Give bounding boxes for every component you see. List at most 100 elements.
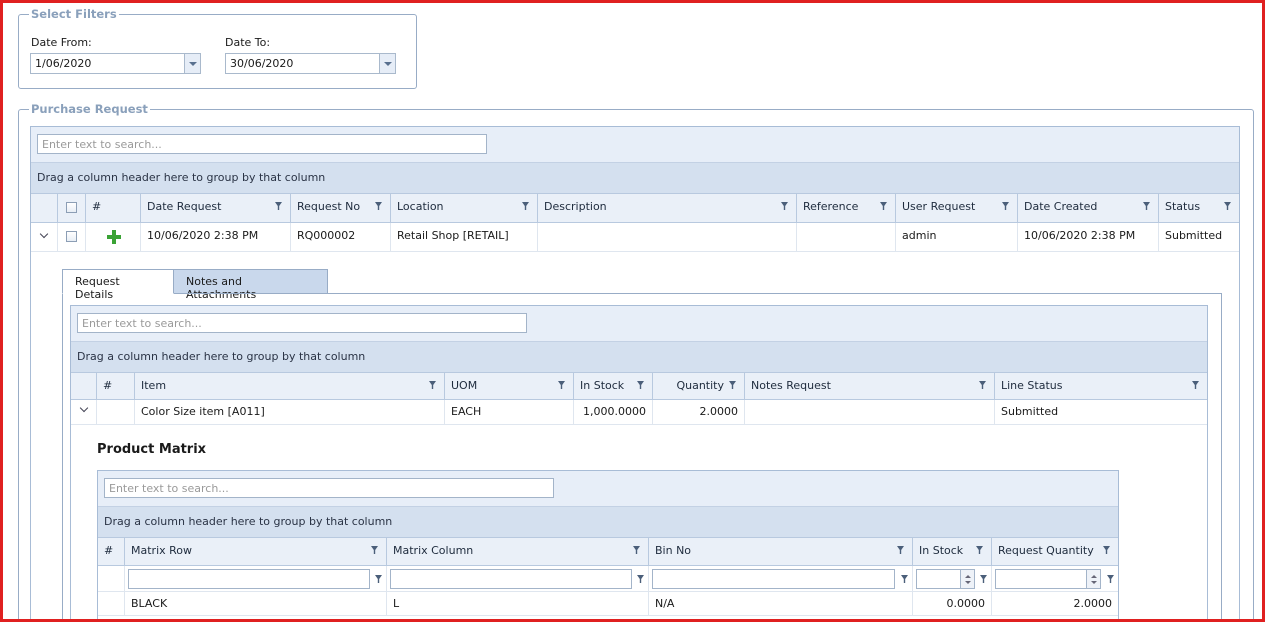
filter-icon[interactable] [729,381,736,389]
details-column-header-in-stock[interactable]: In Stock [574,373,653,399]
table-row[interactable]: BLACK L N/A 0.0000 2.0000 [98,592,1118,616]
column-header-date-created-label: Date Created [1024,200,1098,213]
filter-icon[interactable] [880,202,887,210]
matrix-filter-in-stock-cell [913,566,992,591]
group-by-hint: Drag a column header here to group by th… [37,171,326,184]
filter-icon[interactable] [976,546,983,554]
column-header-description-label: Description [544,200,607,213]
filter-icon[interactable] [901,575,908,583]
expand-column-header [31,194,58,222]
purchase-request-legend: Purchase Request [31,102,148,116]
matrix-filter-hash-cell [98,566,125,591]
chevron-down-icon[interactable] [39,229,49,239]
in-stock-filter-spinner[interactable] [916,569,975,589]
grid-search-input[interactable]: Enter text to search... [37,134,487,154]
column-header-hash[interactable]: # [86,194,141,222]
add-icon[interactable] [107,230,121,244]
column-header-reference-label: Reference [803,200,859,213]
details-cell-line-status: Submitted [1001,405,1059,418]
filter-icon[interactable] [371,546,378,554]
table-row[interactable]: Color Size item [A011] EACH 1,000.0000 2… [71,400,1207,425]
details-column-header-notes-request[interactable]: Notes Request [745,373,995,399]
date-from-dropdown-icon[interactable] [184,54,200,73]
matrix-row-filter-input[interactable] [128,569,370,589]
select-all-checkbox[interactable] [66,202,77,213]
column-header-date-request[interactable]: Date Request [141,194,291,222]
filter-icon[interactable] [633,546,640,554]
cell-reference [797,223,896,251]
matrix-filter-matrix-row-cell [125,566,387,591]
filter-icon[interactable] [429,381,436,389]
filter-icon[interactable] [558,381,565,389]
details-cell-uom: EACH [445,400,574,424]
chevron-down-icon[interactable] [79,403,89,413]
details-column-header-item[interactable]: Item [135,373,445,399]
column-header-date-created[interactable]: Date Created [1018,194,1159,222]
filter-icon[interactable] [375,202,382,210]
date-from-input[interactable]: 1/06/2020 [30,53,201,74]
filter-icon[interactable] [1224,202,1231,210]
expand-cell[interactable] [31,223,58,251]
details-header-row: # Item UOM In Stock Quantity Notes Reque… [71,373,1207,400]
column-header-request-no[interactable]: Request No [291,194,391,222]
column-header-description[interactable]: Description [538,194,797,222]
date-to-dropdown-icon[interactable] [379,54,395,73]
column-header-status-label: Status [1165,200,1201,213]
tab-notes-and-attachments[interactable]: Notes and Attachments [173,269,328,301]
filter-icon[interactable] [781,202,788,210]
matrix-search-input[interactable]: Enter text to search... [104,478,554,498]
matrix-filter-row [98,566,1118,592]
column-header-location[interactable]: Location [391,194,538,222]
filter-icon[interactable] [1192,381,1199,389]
details-cell-quantity: 2.0000 [653,400,745,424]
filter-icon[interactable] [522,202,529,210]
spinner-arrows-icon[interactable] [1086,570,1100,588]
matrix-column-header-matrix-column[interactable]: Matrix Column [387,538,649,565]
date-from-label: Date From: [31,36,92,49]
filter-icon[interactable] [375,575,382,583]
filter-icon[interactable] [1002,202,1009,210]
column-header-user-request-label: User Request [902,200,976,213]
request-quantity-filter-spinner[interactable] [995,569,1101,589]
filter-icon[interactable] [275,202,282,210]
details-column-header-uom[interactable]: UOM [445,373,574,399]
table-row[interactable]: 10/06/2020 2:38 PM RQ000002 Retail Shop … [31,223,1239,252]
matrix-column-header-matrix-row[interactable]: Matrix Row [125,538,387,565]
row-checkbox[interactable] [66,231,77,242]
column-header-user-request[interactable]: User Request [896,194,1018,222]
details-column-header-quantity[interactable]: Quantity [653,373,745,399]
date-to-input[interactable]: 30/06/2020 [225,53,396,74]
bin-no-filter-input[interactable] [652,569,895,589]
matrix-column-header-bin-no[interactable]: Bin No [649,538,913,565]
details-expand-cell[interactable] [71,400,97,424]
filter-icon[interactable] [637,381,644,389]
filter-icon[interactable] [897,546,904,554]
matrix-column-header-request-quantity[interactable]: Request Quantity [992,538,1118,565]
filter-icon[interactable] [1143,202,1150,210]
column-header-location-label: Location [397,200,444,213]
matrix-column-filter-input[interactable] [390,569,632,589]
details-column-header-line-status[interactable]: Line Status [995,373,1207,399]
filter-icon[interactable] [1107,575,1114,583]
column-header-status[interactable]: Status [1159,194,1239,222]
matrix-hash-cell [98,592,125,615]
matrix-filter-request-quantity-cell [992,566,1118,591]
details-search-input[interactable]: Enter text to search... [77,313,527,333]
details-hash-cell [97,400,135,424]
details-group-by-panel: Drag a column header here to group by th… [71,342,1207,373]
filter-icon[interactable] [980,575,987,583]
details-cell-notes-request [745,400,995,424]
filter-icon[interactable] [637,575,644,583]
matrix-column-header-in-stock[interactable]: In Stock [913,538,992,565]
matrix-column-header-matrix-row-label: Matrix Row [131,544,193,557]
cell-location: Retail Shop [RETAIL] [391,223,538,251]
details-column-header-hash[interactable]: # [97,373,135,399]
filter-icon[interactable] [1103,546,1110,554]
matrix-column-header-hash[interactable]: # [98,538,125,565]
details-column-header-notes-request-label: Notes Request [751,379,831,392]
add-cell [86,223,141,251]
spinner-arrows-icon[interactable] [960,570,974,588]
tab-request-details[interactable]: Request Details [62,269,174,301]
filter-icon[interactable] [979,381,986,389]
column-header-reference[interactable]: Reference [797,194,896,222]
